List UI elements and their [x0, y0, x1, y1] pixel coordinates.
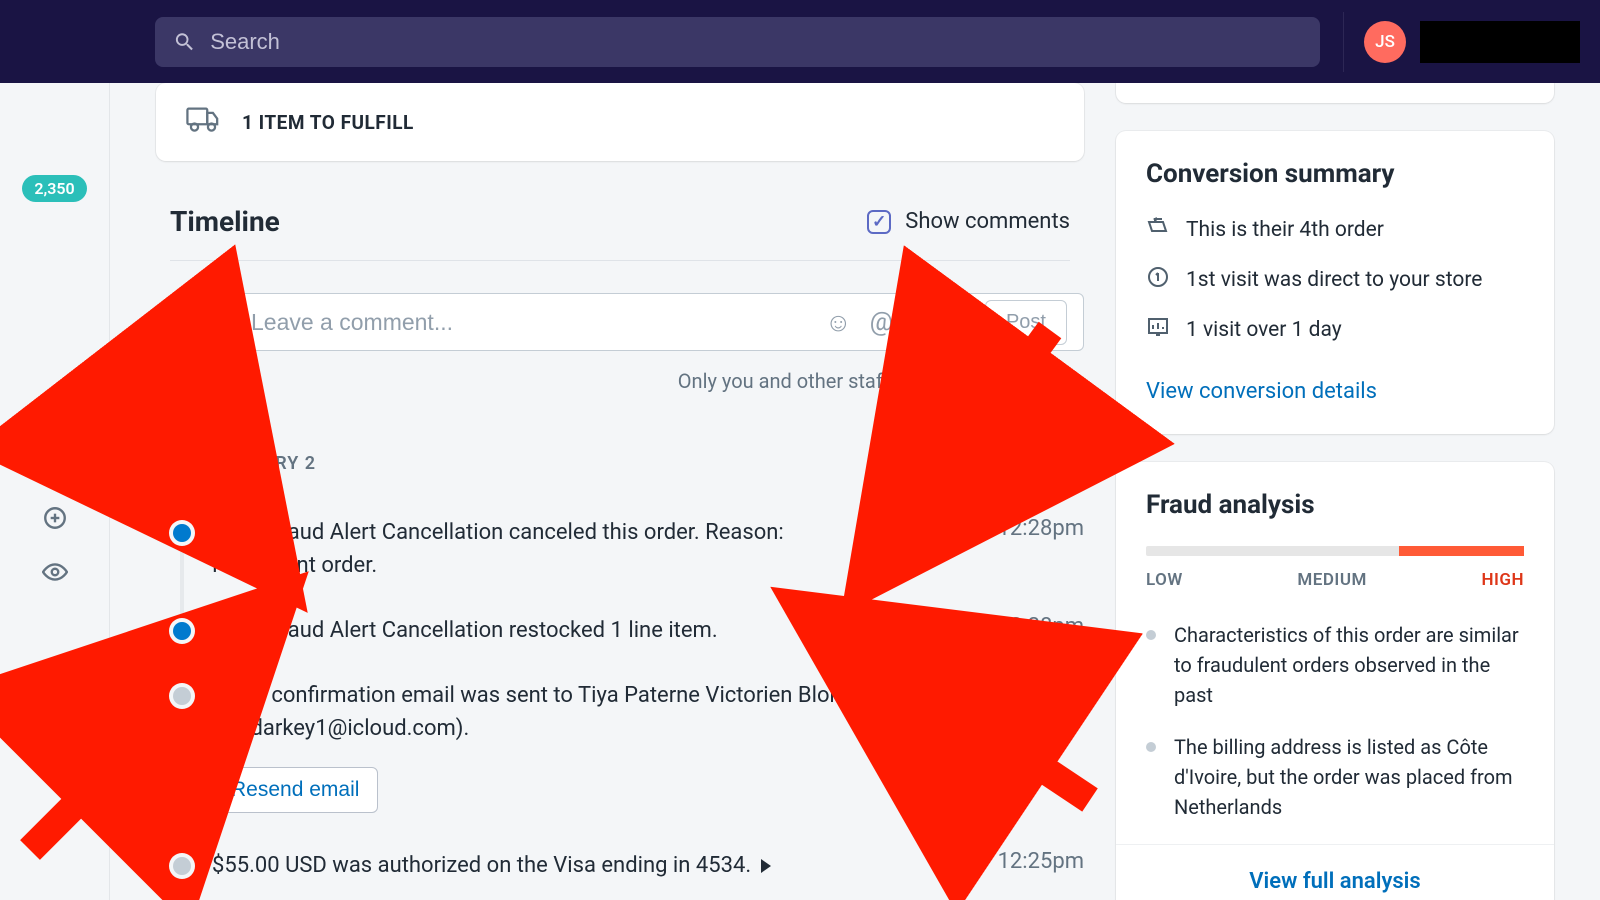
timeline-dot — [173, 524, 191, 542]
timeline-text: APPFraud Alert Cancellation canceled thi… — [212, 516, 892, 582]
bullet-dot-icon — [1146, 742, 1156, 752]
conversion-row: 1st visit was direct to your store — [1146, 265, 1524, 295]
mention-icon[interactable]: @ — [870, 307, 893, 337]
attachment-icon[interactable] — [945, 307, 969, 338]
orders-count-badge: 2,350 — [22, 175, 86, 202]
timeline-text: Order confirmation email was sent to Tiy… — [212, 679, 892, 745]
emoji-icon[interactable]: ☺ — [825, 307, 852, 338]
post-button[interactable]: Post — [985, 300, 1067, 345]
fraud-bullet: The billing address is listed as Côte d'… — [1146, 732, 1524, 822]
timeline-time: 12:28pm — [998, 614, 1084, 647]
conversion-row: 1 visit over 1 day — [1146, 315, 1524, 345]
topbar-right: JS — [1323, 12, 1580, 72]
timeline-dot — [173, 687, 191, 705]
fraud-low-label: LOW — [1146, 570, 1183, 590]
resend-email-button[interactable]: Resend email — [212, 767, 378, 813]
fraud-bullet: Characteristics of this order are simila… — [1146, 620, 1524, 710]
search-icon — [173, 30, 196, 54]
timeline-date: JANUARY 2 — [212, 453, 1084, 474]
cart-return-icon — [1146, 215, 1174, 245]
divider — [170, 260, 1070, 261]
composer-avatar: JS — [156, 293, 212, 349]
eye-icon[interactable] — [42, 559, 68, 589]
user-avatar[interactable]: JS — [1364, 21, 1406, 63]
timeline-item[interactable]: $55.00 USD was authorized on the Visa en… — [156, 833, 1084, 898]
composer-icons: ☺ @ # — [825, 307, 969, 338]
composer-note: Only you and other staff can see comment… — [228, 369, 1084, 393]
comment-input[interactable] — [251, 309, 825, 336]
fraud-high-label: HIGH — [1481, 570, 1524, 590]
user-name-redacted — [1420, 21, 1580, 63]
first-visit-icon — [1146, 265, 1174, 295]
fulfill-label: 1 ITEM TO FULFILL — [242, 111, 414, 134]
timeline-header: Timeline Show comments — [170, 205, 1070, 238]
search-box[interactable] — [155, 17, 1320, 67]
view-conversion-link[interactable]: View conversion details — [1146, 379, 1377, 404]
timeline-title: Timeline — [170, 205, 280, 238]
timeline-dot — [173, 622, 191, 640]
conversion-row: This is their 4th order — [1146, 215, 1524, 245]
timeline-time: 12:28pm — [998, 516, 1084, 582]
top-bar: JS — [0, 0, 1600, 83]
search-input[interactable] — [210, 29, 1302, 55]
add-icon[interactable] — [42, 505, 68, 535]
fraud-analysis-card: Fraud analysis LOW MEDIUM HIGH Character… — [1116, 462, 1554, 900]
timeline-item[interactable]: APPFraud Alert Cancellation restocked 1 … — [156, 598, 1084, 663]
checkbox-icon — [867, 210, 891, 234]
app-badge: APP — [212, 520, 261, 543]
timeline-time: 12:25pm — [998, 679, 1084, 745]
view-full-analysis-link[interactable]: View full analysis — [1116, 844, 1554, 898]
bullet-dot-icon — [1146, 630, 1156, 640]
left-rail: 2,350 — [0, 83, 110, 900]
timeline-text: $55.00 USD was authorized on the Visa en… — [212, 849, 771, 882]
card-top-sliver — [1116, 83, 1554, 103]
chart-icon — [1146, 315, 1174, 345]
conversion-summary-card: Conversion summary This is their 4th ord… — [1116, 131, 1554, 434]
fraud-risk-labels: LOW MEDIUM HIGH — [1146, 570, 1524, 590]
comment-composer: JS ☺ @ # Post Only — [156, 293, 1084, 393]
timeline-time: 12:25pm — [998, 849, 1084, 882]
timeline-text: APPFraud Alert Cancellation restocked 1 … — [212, 614, 718, 647]
fulfill-card[interactable]: 1 ITEM TO FULFILL — [156, 83, 1084, 161]
truck-icon — [186, 107, 220, 137]
timeline-dot — [173, 857, 191, 875]
fraud-risk-bar — [1146, 546, 1524, 556]
fraud-risk-fill — [1399, 546, 1524, 556]
timeline-item[interactable]: Order confirmation email was sent to Tiy… — [156, 663, 1084, 761]
fraud-title: Fraud analysis — [1146, 490, 1524, 520]
show-comments-toggle[interactable]: Show comments — [867, 209, 1070, 234]
hash-icon[interactable]: # — [911, 307, 927, 337]
timeline-list: APPFraud Alert Cancellation canceled thi… — [156, 500, 1084, 898]
topbar-divider — [1343, 12, 1344, 72]
timeline-item[interactable]: APPFraud Alert Cancellation canceled thi… — [156, 500, 1084, 598]
conversion-title: Conversion summary — [1146, 159, 1524, 189]
show-comments-label: Show comments — [905, 209, 1070, 234]
fraud-medium-label: MEDIUM — [1297, 570, 1366, 590]
app-badge: APP — [212, 618, 261, 641]
comment-input-box[interactable]: ☺ @ # Post — [228, 293, 1084, 351]
caret-right-icon — [761, 859, 771, 873]
